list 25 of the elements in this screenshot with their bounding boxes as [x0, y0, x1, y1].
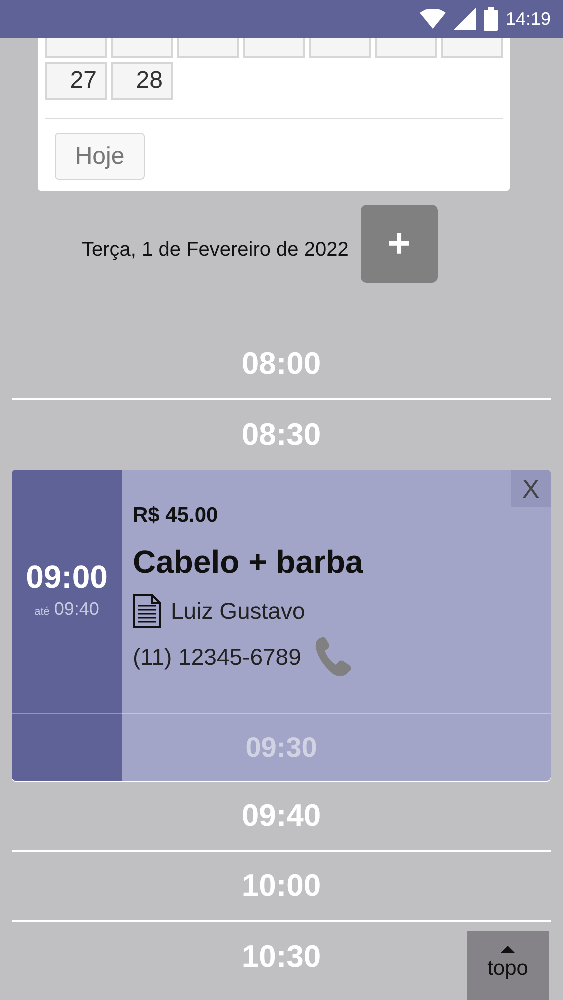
time-slot[interactable]: 10:30 [242, 934, 322, 980]
price: R$ 45.00 [133, 503, 220, 529]
wifi-icon [420, 9, 446, 29]
client-name: Luiz Gustavo [171, 596, 306, 626]
caret-icon [501, 946, 515, 954]
calendar-day[interactable]: 28 [111, 62, 173, 100]
start-time: 09:00 [26, 560, 108, 596]
back-to-top-button[interactable]: topo [467, 931, 549, 1000]
phone-number: (11) 12345-6789 [133, 642, 302, 672]
date-label: Terça, 1 de Fevereiro de 2022 [82, 238, 349, 263]
close-button[interactable]: X [511, 470, 551, 507]
until-label: até [34, 606, 50, 618]
add-button[interactable]: + [360, 205, 438, 283]
service-name: Cabelo + barba [133, 542, 364, 582]
battery-icon [484, 7, 498, 31]
document-icon[interactable] [133, 594, 161, 628]
time-slot[interactable]: 10:00 [242, 862, 322, 910]
time-slot[interactable]: 09:40 [242, 792, 322, 840]
status-time: 14:19 [506, 8, 551, 30]
signal-icon [454, 8, 476, 30]
calendar-day[interactable]: 27 [45, 62, 107, 100]
time-slot[interactable]: 08:00 [242, 340, 322, 388]
time-slot[interactable]: 08:30 [242, 412, 322, 458]
end-time: 09:40 [54, 598, 100, 619]
today-button[interactable]: Hoje [55, 133, 145, 180]
